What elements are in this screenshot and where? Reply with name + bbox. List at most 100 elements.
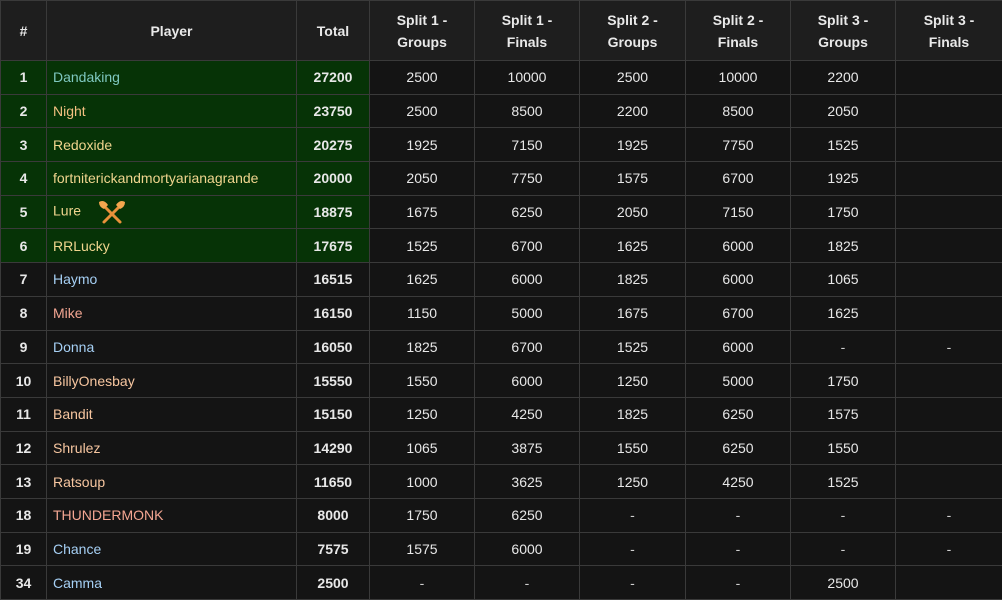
split1-finals-cell: 6250 bbox=[475, 498, 580, 532]
col-header-split1-groups[interactable]: Split 1 -Groups bbox=[370, 1, 475, 61]
rank-cell: 6 bbox=[1, 229, 47, 263]
split3-groups-cell: 1825 bbox=[791, 229, 896, 263]
split3-groups-cell: 2050 bbox=[791, 94, 896, 128]
split3-finals-cell bbox=[896, 465, 1002, 499]
crossed-axes-icon bbox=[95, 199, 129, 225]
player-name[interactable]: Bandit bbox=[53, 406, 93, 422]
split2-finals-cell: 4250 bbox=[686, 465, 791, 499]
col-header-split1-finals[interactable]: Split 1 -Finals bbox=[475, 1, 580, 61]
split3-groups-cell: 1750 bbox=[791, 195, 896, 229]
player-name[interactable]: Shrulez bbox=[53, 440, 100, 456]
split1-groups-cell: 1150 bbox=[370, 296, 475, 330]
rank-cell: 12 bbox=[1, 431, 47, 465]
split1-finals-cell: 6000 bbox=[475, 532, 580, 566]
rank-cell: 10 bbox=[1, 364, 47, 398]
table-row: 12Shrulez1429010653875155062501550 bbox=[1, 431, 1002, 465]
player-name[interactable]: THUNDERMONK bbox=[53, 507, 163, 523]
split2-finals-cell: 5000 bbox=[686, 364, 791, 398]
split3-finals-cell: - bbox=[896, 498, 1002, 532]
split2-groups-cell: - bbox=[580, 498, 686, 532]
table-row: 18THUNDERMONK800017506250---- bbox=[1, 498, 1002, 532]
split3-finals-cell bbox=[896, 229, 1002, 263]
split1-finals-cell: 7150 bbox=[475, 128, 580, 162]
rank-cell: 9 bbox=[1, 330, 47, 364]
split3-groups-cell: - bbox=[791, 330, 896, 364]
table-row: 9Donna160501825670015256000-- bbox=[1, 330, 1002, 364]
player-cell: Camma bbox=[47, 566, 297, 600]
player-cell: Dandaking bbox=[47, 61, 297, 95]
split1-finals-cell: 6000 bbox=[475, 263, 580, 297]
split2-finals-cell: - bbox=[686, 532, 791, 566]
player-cell: Haymo bbox=[47, 263, 297, 297]
split1-finals-cell: 5000 bbox=[475, 296, 580, 330]
player-name[interactable]: BillyOnesbay bbox=[53, 373, 135, 389]
split2-finals-cell: 6000 bbox=[686, 330, 791, 364]
rank-cell: 19 bbox=[1, 532, 47, 566]
split3-groups-cell: 1575 bbox=[791, 397, 896, 431]
table-row: 19Chance757515756000---- bbox=[1, 532, 1002, 566]
split2-groups-cell: - bbox=[580, 532, 686, 566]
split2-finals-cell: 6700 bbox=[686, 162, 791, 196]
split3-groups-cell: 1550 bbox=[791, 431, 896, 465]
col-header-split3-groups[interactable]: Split 3 -Groups bbox=[791, 1, 896, 61]
player-cell: Ratsoup bbox=[47, 465, 297, 499]
player-name[interactable]: Night bbox=[53, 103, 86, 119]
total-cell: 27200 bbox=[297, 61, 370, 95]
col-header-total[interactable]: Total bbox=[297, 1, 370, 61]
col-header-rank[interactable]: # bbox=[1, 1, 47, 61]
player-cell: Lure bbox=[47, 195, 297, 229]
player-cell: Bandit bbox=[47, 397, 297, 431]
split2-groups-cell: 1250 bbox=[580, 364, 686, 398]
split2-finals-cell: 7750 bbox=[686, 128, 791, 162]
player-name[interactable]: Dandaking bbox=[53, 69, 120, 85]
player-name[interactable]: RRLucky bbox=[53, 238, 110, 254]
rank-cell: 7 bbox=[1, 263, 47, 297]
total-cell: 20275 bbox=[297, 128, 370, 162]
rank-cell: 11 bbox=[1, 397, 47, 431]
rank-cell: 2 bbox=[1, 94, 47, 128]
table-row: 4fortniterickandmortyarianagrande2000020… bbox=[1, 162, 1002, 196]
split3-finals-cell bbox=[896, 94, 1002, 128]
player-name[interactable]: Redoxide bbox=[53, 137, 112, 153]
col-header-player[interactable]: Player bbox=[47, 1, 297, 61]
split3-finals-cell bbox=[896, 61, 1002, 95]
split2-finals-cell: - bbox=[686, 498, 791, 532]
split1-groups-cell: 2500 bbox=[370, 94, 475, 128]
player-name[interactable]: fortniterickandmortyarianagrande bbox=[53, 170, 258, 186]
split1-groups-cell: 2050 bbox=[370, 162, 475, 196]
split1-groups-cell: 1550 bbox=[370, 364, 475, 398]
player-name[interactable]: Mike bbox=[53, 305, 83, 321]
col-header-split2-finals[interactable]: Split 2 -Finals bbox=[686, 1, 791, 61]
split2-finals-cell: - bbox=[686, 566, 791, 600]
player-name[interactable]: Camma bbox=[53, 575, 102, 591]
split2-groups-cell: - bbox=[580, 566, 686, 600]
col-header-split2-groups[interactable]: Split 2 -Groups bbox=[580, 1, 686, 61]
split3-finals-cell bbox=[896, 566, 1002, 600]
split1-finals-cell: 6700 bbox=[475, 330, 580, 364]
total-cell: 18875 bbox=[297, 195, 370, 229]
header-row: # Player Total Split 1 -Groups Split 1 -… bbox=[1, 1, 1002, 61]
total-cell: 16050 bbox=[297, 330, 370, 364]
rank-cell: 3 bbox=[1, 128, 47, 162]
total-cell: 20000 bbox=[297, 162, 370, 196]
split1-groups-cell: - bbox=[370, 566, 475, 600]
player-cell: RRLucky bbox=[47, 229, 297, 263]
split1-finals-cell: 7750 bbox=[475, 162, 580, 196]
player-name[interactable]: Chance bbox=[53, 541, 101, 557]
split1-groups-cell: 1575 bbox=[370, 532, 475, 566]
split1-groups-cell: 1065 bbox=[370, 431, 475, 465]
player-name[interactable]: Lure bbox=[53, 203, 81, 219]
total-cell: 15150 bbox=[297, 397, 370, 431]
split2-groups-cell: 1625 bbox=[580, 229, 686, 263]
player-name[interactable]: Haymo bbox=[53, 271, 97, 287]
split2-finals-cell: 6250 bbox=[686, 397, 791, 431]
player-name[interactable]: Donna bbox=[53, 339, 94, 355]
col-header-split3-finals[interactable]: Split 3 -Finals bbox=[896, 1, 1002, 61]
split2-groups-cell: 1825 bbox=[580, 397, 686, 431]
split3-groups-cell: 1925 bbox=[791, 162, 896, 196]
table-row: 34Camma2500----2500 bbox=[1, 566, 1002, 600]
split2-finals-cell: 8500 bbox=[686, 94, 791, 128]
split2-finals-cell: 6250 bbox=[686, 431, 791, 465]
player-name[interactable]: Ratsoup bbox=[53, 474, 105, 490]
table-row: 2Night2375025008500220085002050 bbox=[1, 94, 1002, 128]
